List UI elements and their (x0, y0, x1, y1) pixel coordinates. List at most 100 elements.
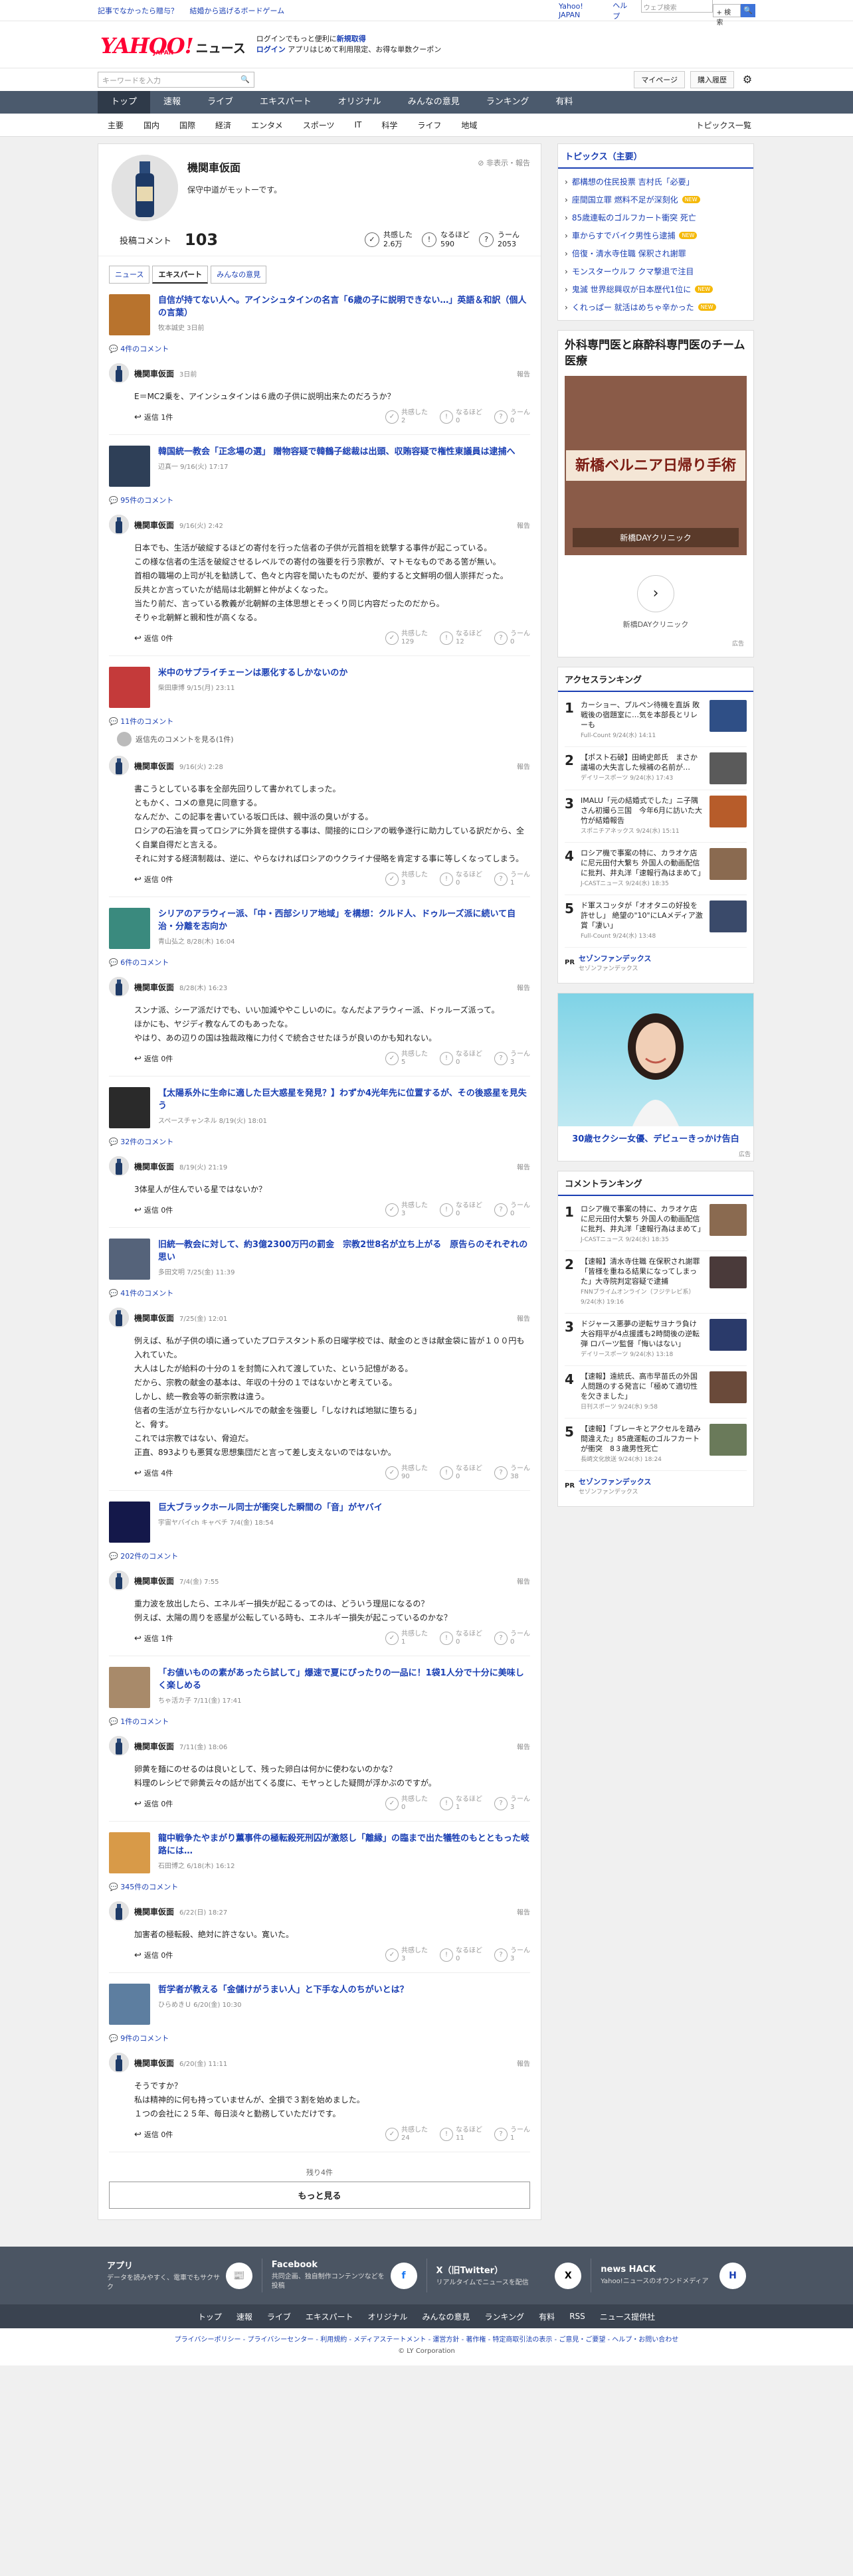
article-item[interactable]: 巨大ブラックホール同士が衝突した瞬間の「音」がヤバイ 宇宙ヤバイch キャベチ 7… (98, 1491, 541, 1543)
reaction-button[interactable]: ! なるほど 0 (440, 409, 482, 425)
reply-toggle[interactable]: ↩ 返信 0件 (134, 1798, 173, 1809)
nav-tab[interactable]: みんなの意見 (395, 91, 473, 114)
reaction-button[interactable]: ! なるほど 0 (440, 1202, 482, 1218)
category-link[interactable]: エンタメ (241, 120, 293, 131)
comment-count-link[interactable]: 💬 32件のコメント (98, 1128, 541, 1147)
reply-toggle[interactable]: ↩ 返信 0件 (134, 633, 173, 644)
reaction-button[interactable]: ? うーん 0 (494, 409, 530, 425)
article-title[interactable]: 「お値いものの素があったら試して」爆速で夏にぴったりの一品に！1袋1人分で十分に… (158, 1667, 530, 1692)
footer-app-link[interactable]: Facebook 共同企画、独自制作コンテンツなどを投稿 f (262, 2259, 427, 2292)
report-link[interactable]: 報告 (517, 1576, 530, 1586)
ranking-item[interactable]: 2 【ポスト石破】田崎史郎氏 まさか議場の大失言した候補の名前が… デイリースポーツ… (565, 747, 747, 790)
reaction-button[interactable]: ✓ 共感した 3 (385, 1202, 428, 1218)
article-title[interactable]: 自信が持てない人へ。アインシュタインの名言「6歳の子に説明できない…」英語＆和訳… (158, 294, 530, 319)
reaction-button[interactable]: ! なるほど 0 (440, 1947, 482, 1963)
reaction-button[interactable]: ? うーん 1 (494, 2126, 530, 2142)
reaction-button[interactable]: ✓ 共感した 5 (385, 1051, 428, 1067)
reaction-button[interactable]: ✓ 共感した 3 (385, 1947, 428, 1963)
comment-author[interactable]: 機関車仮面 (134, 982, 174, 993)
reaction-button[interactable]: ✓ 共感した 0 (385, 1796, 428, 1812)
web-search-button[interactable]: + 検索 (712, 4, 741, 27)
reaction-button[interactable]: ? うーん 3 (494, 1947, 530, 1963)
article-item[interactable]: シリアのアラウィー派、「中・西部シリア地域」を構想：クルド人、ドゥルーズ派に続い… (98, 897, 541, 949)
category-link[interactable]: 国際 (169, 120, 205, 131)
ranking-item[interactable]: 5 【速報】「ブレーキとアクセルを踏み間違えた」85歳運転のゴルフカートが衝突 8… (565, 1418, 747, 1471)
topic-item[interactable]: 85歳連転のゴルフカート衝突 死亡 (558, 209, 753, 226)
footer-nav-link[interactable]: トップ (198, 2311, 222, 2322)
nav-tab[interactable]: エキスパート (246, 91, 325, 114)
article-title[interactable]: 巨大ブラックホール同士が衝突した瞬間の「音」がヤバイ (158, 1502, 383, 1514)
load-more-button[interactable]: もっと見る (109, 2182, 530, 2209)
article-title[interactable]: シリアのアラウィー派、「中・西部シリア地域」を構想：クルド人、ドゥルーズ派に続い… (158, 908, 530, 933)
reply-toggle[interactable]: ↩ 返信 0件 (134, 1053, 173, 1064)
ranking-item[interactable]: 4 【速報】遠統氏、高市早苗氏の外国人問題のする発言に「極めて適切性を欠きました」… (565, 1366, 747, 1418)
yahoo-news-logo[interactable]: YAHOO! JAPAN ニュース (100, 33, 246, 56)
article-item[interactable]: 哲学者が教える「金儲けがうまい人」と下手な人のちがいとは？ ひらめきＵ 6/20(… (98, 1973, 541, 2025)
video-ad[interactable]: 30歳セクシー女優、デビューきっかけ告白 広告 (557, 993, 754, 1161)
top-link[interactable]: 記事でなかったら贈与？ (98, 7, 178, 15)
search-icon[interactable]: 🔍 (240, 75, 250, 84)
comment-author[interactable]: 機関車仮面 (134, 1741, 174, 1752)
footer-nav-link[interactable]: ライブ (267, 2311, 291, 2322)
ranking-item[interactable]: 3 IMALU「元の結婚式でした」ニ子隅さん初撮ら三国 今年6月に訪いた大竹が結婚… (565, 790, 747, 843)
comment-count-link[interactable]: 💬 41件のコメント (98, 1280, 541, 1298)
reaction-button[interactable]: ? うーん 3 (494, 1796, 530, 1812)
reply-toggle[interactable]: ↩ 返信 0件 (134, 1205, 173, 1215)
topic-item[interactable]: 車からすでバイク男性ら逮捕NEW (558, 226, 753, 244)
ranking-item[interactable]: 2 【速報】清水寺住職 在保釈され謝罪「皆様を重ねる結果になってしまった」大寺院判… (565, 1251, 747, 1314)
topic-item[interactable]: 倍復・清水寺住職 保釈され謝罪 (558, 244, 753, 262)
ranking-item[interactable]: 4 ロシア機で事案の特に、カラオケ店に尼元田付大繋ち 外国人の動画配信に批判、井丸… (565, 843, 747, 895)
footer-nav-link[interactable]: RSS (569, 2312, 585, 2321)
reaction-button[interactable]: ! なるほど 12 (440, 630, 482, 646)
reply-toggle[interactable]: ↩ 返信 0件 (134, 2129, 173, 2140)
report-link[interactable]: 報告 (517, 520, 530, 530)
category-link[interactable]: ライフ (407, 120, 451, 131)
reaction-button[interactable]: ? うーん 0 (494, 630, 530, 646)
footer-nav-link[interactable]: エキスパート (306, 2311, 353, 2322)
nav-tab[interactable]: ランキング (473, 91, 543, 114)
reply-source-link[interactable]: 返信先のコメントを見る(1件) (98, 727, 541, 746)
footer-nav-link[interactable]: みんなの意見 (423, 2311, 470, 2322)
topics-title[interactable]: トピックス（主要） (558, 144, 753, 169)
reaction-button[interactable]: ✓ 共感した 90 (385, 1465, 428, 1481)
article-title[interactable]: 龍中戦争たやまがり薫事件の極転殺死刑囚が激怒し「離縁」の臨まで出た犠牲のもととも… (158, 1832, 530, 1857)
topic-item[interactable]: モンスターウルフ クマ撃退で注目 (558, 262, 753, 280)
footer-nav-link[interactable]: ニュース提供社 (600, 2311, 655, 2322)
category-link[interactable]: スポーツ (293, 120, 345, 131)
article-item[interactable]: 旧統一教会に対して、約3億2300万円の罰金 宗教2世8名が立ち上がる 原告らの… (98, 1228, 541, 1280)
footer-app-link[interactable]: X（旧Twitter） リアルタイムでニュースを配信 X (427, 2259, 592, 2292)
comment-author[interactable]: 機関車仮面 (134, 1312, 174, 1324)
ranking-item[interactable]: 5 ド軍スコッタが「オオタニの好投を許せし」 絶望の"10"にLAメディア激賞「凄… (565, 895, 747, 948)
footer-links[interactable]: プライバシーポリシー - プライバシーセンター - 利用規約 - メディアステー… (0, 2334, 853, 2344)
report-link[interactable]: 報告 (517, 1907, 530, 1917)
reaction-button[interactable]: ✓ 共感した 3 (385, 871, 428, 887)
ranking-item[interactable]: 3 ドジャース悪夢の逆転サヨナラ負け 大谷翔平が4点援護も2時間後の逆転弾 ロバー… (565, 1314, 747, 1366)
comment-author[interactable]: 機関車仮面 (134, 760, 174, 772)
category-link[interactable]: 主要 (98, 120, 134, 131)
reply-toggle[interactable]: ↩ 返信 0件 (134, 874, 173, 885)
comment-count-link[interactable]: 💬 202件のコメント (98, 1543, 541, 1561)
report-link[interactable]: 報告 (517, 1313, 530, 1323)
web-search-input[interactable]: ウェブ検索 (640, 0, 713, 13)
comment-count-link[interactable]: 💬 9件のコメント (98, 2025, 541, 2043)
reaction-button[interactable]: ? うーん 0 (494, 1630, 530, 1646)
reply-toggle[interactable]: ↩ 返信 0件 (134, 1950, 173, 1960)
search-icon[interactable]: 🔍 (741, 4, 756, 17)
article-item[interactable]: 「お値いものの素があったら試して」爆速で夏にぴったりの一品に！1袋1人分で十分に… (98, 1656, 541, 1708)
gear-icon[interactable]: ⚙ (739, 72, 755, 88)
top-link[interactable]: 結婚から逃げるボードゲーム (190, 7, 285, 15)
nav-tab[interactable]: トップ (98, 91, 151, 114)
reaction-button[interactable]: ? うーん 1 (494, 871, 530, 887)
comment-author[interactable]: 機関車仮面 (134, 368, 174, 379)
nav-tab[interactable]: 有料 (542, 91, 586, 114)
tab-2[interactable]: みんなの意見 (211, 266, 267, 284)
pr-item[interactable]: PR セゾンファンデックス セゾンファンデックス (565, 948, 747, 978)
clinic-ad[interactable]: 外科専門医と麻酔科専門医のチーム医療 新橋ベルニア日帰り手術 新橋DAYクリニッ… (557, 330, 754, 657)
nav-tab[interactable]: オリジナル (325, 91, 395, 114)
reaction-button[interactable]: ✓ 共感した 2 (385, 409, 428, 425)
reaction-button[interactable]: ✓ 共感した 1 (385, 1630, 428, 1646)
article-item[interactable]: 米中のサプライチェーンは悪化するしかないのか 柴田康博 9/15(月) 23:11 (98, 656, 541, 708)
report-link[interactable]: 報告 (517, 369, 530, 379)
footer-nav-link[interactable]: ランキング (485, 2311, 525, 2322)
reply-toggle[interactable]: ↩ 返信 1件 (134, 1633, 173, 1644)
